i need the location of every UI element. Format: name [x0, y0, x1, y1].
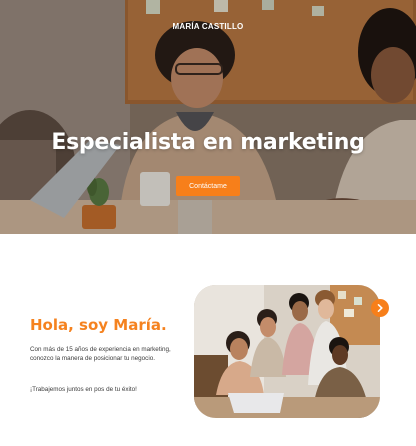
about-closing: ¡Trabajemos juntos en pos de tu éxito! [30, 386, 137, 393]
carousel-next-button[interactable] [371, 299, 389, 317]
hero-title: Especialista en marketing [51, 130, 365, 155]
hero-overlay [0, 0, 416, 234]
brand-name[interactable]: MARÍA CASTILLO [0, 22, 416, 31]
hero-section: MARÍA CASTILLO Especialista en marketing… [0, 0, 416, 234]
team-photo [194, 285, 380, 418]
about-description: Con más de 15 años de experiencia en mar… [30, 346, 171, 362]
about-title: Hola, soy María. [30, 316, 167, 334]
chevron-right-icon [375, 303, 385, 313]
page: MARÍA CASTILLO Especialista en marketing… [0, 0, 416, 446]
contact-button[interactable]: Contáctame [176, 176, 240, 196]
